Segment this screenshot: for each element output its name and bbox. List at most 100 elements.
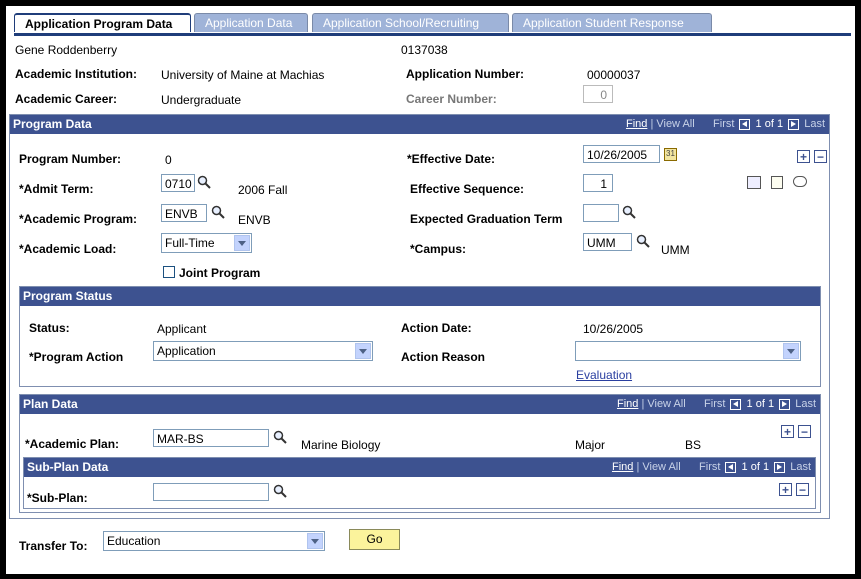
transfer-to-value: Education bbox=[107, 534, 161, 548]
add-row-icon[interactable]: + bbox=[779, 483, 792, 496]
joint-program-label: Joint Program bbox=[179, 266, 261, 280]
next-icon[interactable] bbox=[774, 461, 786, 473]
prev-icon[interactable] bbox=[725, 461, 737, 473]
notepad-icon[interactable] bbox=[771, 176, 783, 189]
status-value: Applicant bbox=[157, 322, 207, 336]
program-action-label: *Program Action bbox=[29, 350, 124, 364]
expected-graduation-field[interactable] bbox=[583, 204, 619, 222]
delete-row-icon[interactable]: − bbox=[814, 150, 827, 163]
chevron-down-icon[interactable] bbox=[234, 235, 250, 251]
program-status-section: Program Status Status: Applicant Action … bbox=[19, 286, 821, 387]
first-link[interactable]: First bbox=[713, 118, 734, 130]
tab-application-student-response[interactable]: Application Student Response bbox=[512, 13, 712, 32]
academic-program-search-icon[interactable] bbox=[211, 205, 225, 219]
page-frame: Application Program Data Application Dat… bbox=[5, 5, 856, 575]
view-all-link[interactable]: View All bbox=[642, 461, 680, 473]
find-link[interactable]: Find bbox=[617, 398, 638, 410]
program-status-header: Program Status bbox=[20, 287, 820, 306]
expected-graduation-search-icon[interactable] bbox=[622, 205, 636, 219]
sub-plan-data-header: Sub-Plan Data Find | View All First 1 of… bbox=[24, 458, 815, 477]
academic-career-value: Undergraduate bbox=[161, 93, 242, 107]
next-icon[interactable] bbox=[788, 118, 800, 130]
chevron-down-icon[interactable] bbox=[783, 343, 799, 359]
joint-program-checkbox[interactable] bbox=[163, 266, 175, 278]
career-number-field: 0 bbox=[583, 85, 613, 103]
academic-plan-field[interactable]: MAR-BS bbox=[153, 429, 269, 447]
delete-row-icon[interactable]: − bbox=[798, 425, 811, 438]
chevron-down-icon[interactable] bbox=[355, 343, 371, 359]
tab-application-data[interactable]: Application Data bbox=[194, 13, 308, 32]
prev-icon[interactable] bbox=[730, 398, 742, 410]
multi-row-icon[interactable] bbox=[747, 176, 761, 189]
first-link[interactable]: First bbox=[704, 398, 725, 410]
first-link[interactable]: First bbox=[699, 461, 720, 473]
evaluation-link[interactable]: Evaluation bbox=[576, 368, 632, 382]
action-date-value: 10/26/2005 bbox=[583, 322, 644, 336]
campus-search-icon[interactable] bbox=[636, 234, 650, 248]
academic-plan-search-icon[interactable] bbox=[273, 430, 287, 444]
academic-program-label: *Academic Program: bbox=[19, 212, 138, 226]
status-label: Status: bbox=[29, 321, 70, 335]
career-number-label: Career Number: bbox=[406, 92, 497, 106]
sub-plan-data-title: Sub-Plan Data bbox=[27, 460, 109, 474]
delete-row-icon[interactable]: − bbox=[796, 483, 809, 496]
action-reason-label: Action Reason bbox=[401, 350, 486, 364]
sub-plan-search-icon[interactable] bbox=[273, 484, 287, 498]
tab-underline bbox=[14, 33, 851, 36]
add-row-icon[interactable]: + bbox=[797, 150, 810, 163]
comment-icon[interactable] bbox=[793, 176, 807, 187]
academic-program-description: ENVB bbox=[238, 213, 271, 227]
application-number-label: Application Number: bbox=[406, 67, 525, 81]
view-all-link[interactable]: View All bbox=[656, 118, 694, 130]
program-action-select[interactable]: Application bbox=[153, 341, 373, 361]
admit-term-label: *Admit Term: bbox=[19, 182, 94, 196]
person-name: Gene Roddenberry bbox=[15, 43, 118, 57]
action-reason-select[interactable] bbox=[575, 341, 801, 361]
institution-value: University of Maine at Machias bbox=[161, 68, 325, 82]
program-data-title: Program Data bbox=[13, 117, 92, 131]
sub-plan-field[interactable] bbox=[153, 483, 269, 501]
sub-plan-data-section: Sub-Plan Data Find | View All First 1 of… bbox=[23, 457, 816, 509]
nav-separator: | bbox=[650, 118, 654, 130]
tab-application-program-data[interactable]: Application Program Data bbox=[14, 13, 191, 32]
prev-icon[interactable] bbox=[739, 118, 751, 130]
effective-date-field[interactable]: 10/26/2005 bbox=[583, 145, 660, 163]
row-count: 1 of 1 bbox=[741, 461, 770, 473]
find-link[interactable]: Find bbox=[612, 461, 633, 473]
go-button[interactable]: Go bbox=[349, 529, 400, 550]
institution-label: Academic Institution: bbox=[15, 67, 138, 81]
admit-term-field[interactable]: 0710 bbox=[161, 174, 195, 192]
nav-separator: | bbox=[636, 461, 640, 473]
effective-sequence-label: Effective Sequence: bbox=[410, 182, 525, 196]
chevron-down-icon[interactable] bbox=[307, 533, 323, 549]
program-data-header: Program Data Find | View All First 1 of … bbox=[10, 115, 829, 134]
next-icon[interactable] bbox=[779, 398, 791, 410]
find-link[interactable]: Find bbox=[626, 118, 647, 130]
person-id: 0137038 bbox=[401, 43, 448, 57]
add-row-icon[interactable]: + bbox=[781, 425, 794, 438]
plan-data-header: Plan Data Find | View All First 1 of 1 L… bbox=[20, 395, 820, 414]
transfer-to-select[interactable]: Education bbox=[103, 531, 325, 551]
plan-data-title: Plan Data bbox=[23, 397, 78, 411]
admit-term-description: 2006 Fall bbox=[238, 183, 288, 197]
sub-plan-data-nav: Find | View All First 1 of 1 Last bbox=[612, 458, 811, 477]
academic-plan-label: *Academic Plan: bbox=[25, 437, 120, 451]
program-action-value: Application bbox=[157, 344, 216, 358]
plan-degree-value: BS bbox=[685, 438, 702, 452]
last-link[interactable]: Last bbox=[790, 461, 811, 473]
academic-load-label: *Academic Load: bbox=[19, 242, 117, 256]
campus-field[interactable]: UMM bbox=[583, 233, 632, 251]
admit-term-search-icon[interactable] bbox=[197, 175, 211, 189]
calendar-icon[interactable]: 31 bbox=[664, 148, 677, 161]
application-number-value: 00000037 bbox=[587, 68, 641, 82]
academic-load-select[interactable]: Full-Time bbox=[161, 233, 252, 253]
last-link[interactable]: Last bbox=[795, 398, 816, 410]
academic-program-field[interactable]: ENVB bbox=[161, 204, 207, 222]
tab-application-school-recruiting[interactable]: Application School/Recruiting bbox=[312, 13, 509, 32]
action-date-label: Action Date: bbox=[401, 321, 472, 335]
row-count: 1 of 1 bbox=[746, 398, 775, 410]
last-link[interactable]: Last bbox=[804, 118, 825, 130]
view-all-link[interactable]: View All bbox=[647, 398, 685, 410]
effective-sequence-field[interactable]: 1 bbox=[583, 174, 613, 192]
program-number-value: 0 bbox=[165, 153, 172, 167]
